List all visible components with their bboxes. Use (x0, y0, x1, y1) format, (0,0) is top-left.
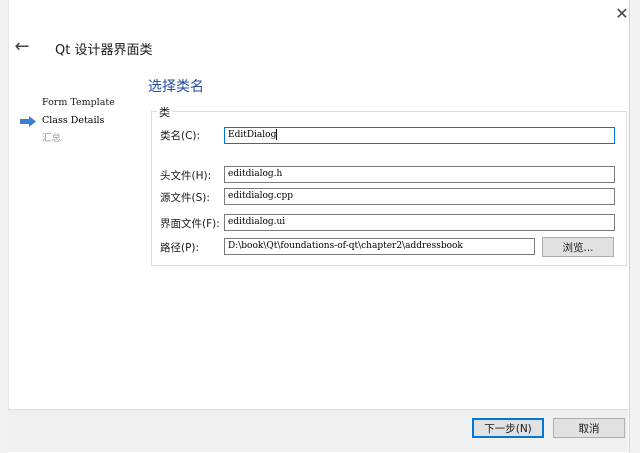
path-label: 路径(P): (160, 242, 200, 254)
step-label: Class Details (42, 115, 105, 126)
next-button[interactable]: 下一步(N) (472, 418, 544, 438)
background-window-edge (0, 0, 8, 453)
source-file-label: 源文件(S): (160, 192, 210, 204)
page-title: 选择类名 (148, 79, 204, 95)
form-file-label: 界面文件(F): (160, 218, 220, 230)
step-form-template: Form Template (42, 97, 115, 108)
cancel-button[interactable]: 取消 (553, 418, 625, 438)
current-step-arrow-icon (20, 116, 36, 127)
path-input[interactable]: D:\book\Qt\foundations-of-qt\chapter2\ad… (224, 238, 535, 255)
wizard-steps: Form Template Class Details 汇总 (20, 94, 115, 148)
wizard-title: Qt 设计器界面类 (55, 43, 153, 58)
class-name-value: EditDialog (228, 130, 277, 140)
browse-button[interactable]: 浏览... (542, 237, 614, 257)
source-file-input[interactable]: editdialog.cpp (224, 188, 615, 205)
form-file-input[interactable]: editdialog.ui (224, 214, 615, 231)
class-name-label: 类名(C): (160, 130, 201, 142)
close-icon: ✕ (615, 3, 629, 23)
header-file-label: 头文件(H): (160, 170, 212, 182)
class-name-input[interactable]: EditDialog (224, 127, 615, 144)
header-file-input[interactable]: editdialog.h (224, 166, 615, 183)
step-class-details: Class Details (20, 112, 115, 130)
close-button[interactable]: ✕ (609, 2, 635, 24)
step-summary: 汇总 (42, 133, 62, 144)
back-arrow-icon: ← (14, 35, 30, 57)
text-caret (276, 129, 278, 140)
back-button[interactable]: ← (12, 35, 32, 57)
groupbox-label: 类 (157, 104, 172, 120)
